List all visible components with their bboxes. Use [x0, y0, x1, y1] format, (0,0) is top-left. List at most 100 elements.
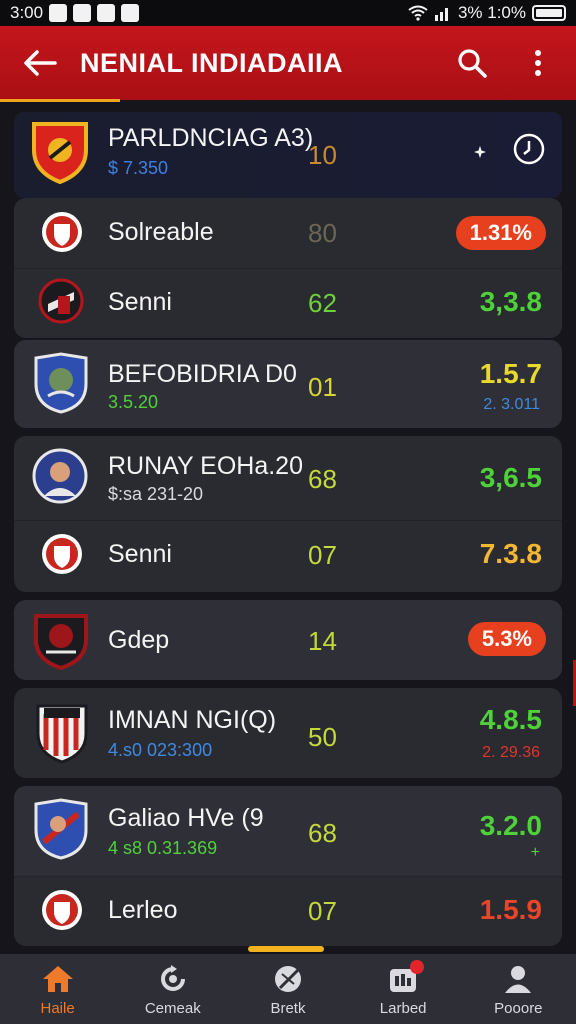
featured-mid: 10 [308, 140, 337, 170]
team-name: Lerleo [108, 896, 178, 924]
odds-sub: 2. 29.36 [482, 744, 540, 761]
score-mid: 50 [308, 722, 337, 752]
wifi-icon [408, 5, 428, 21]
notification-icon [121, 4, 140, 22]
list-item[interactable]: IMNAN NGI(Q) 4.s0 023:300 50 4.8.5 2. 29… [14, 688, 562, 778]
notification-badge [409, 960, 424, 974]
match-card: RUNAY EOHa.20 $:sa 231-20 68 3,6.5 Senni… [14, 436, 562, 592]
odds-value[interactable]: 1.5.7 [480, 358, 542, 390]
team-crest-icon [32, 122, 88, 184]
match-card: Gdep 14 5.3% [14, 600, 562, 680]
list-item[interactable]: RUNAY EOHa.20 $:sa 231-20 68 3,6.5 [14, 436, 562, 520]
odds-value[interactable]: 4.8.5 [480, 704, 542, 736]
team-name: Senni [108, 540, 172, 568]
team-logo-icon [42, 534, 82, 574]
team-crest-icon [34, 798, 88, 860]
score-mid: 07 [308, 896, 337, 926]
nav-item-ball[interactable]: Bretk [230, 954, 345, 1024]
star-icon[interactable] [474, 146, 486, 158]
team-sub: 3.5.20 [108, 392, 159, 412]
notification-icon [73, 4, 92, 22]
app-bar: NENIAL INDIADAIIA [0, 26, 576, 100]
odds-value[interactable]: 7.3.8 [480, 538, 542, 570]
notification-icon [49, 4, 68, 22]
score-mid: 14 [308, 626, 337, 656]
team-name: Galiao HVe (9 [108, 804, 264, 832]
tab-indicator [0, 99, 120, 102]
odds-sub: 2. 3.011 [483, 396, 540, 413]
odds-value[interactable]: 3,3.8 [480, 286, 542, 318]
featured-row[interactable]: PARLDNCIAG A3) $ 7.350 10 [14, 112, 562, 198]
team-crest-icon [34, 352, 88, 414]
search-icon [458, 49, 487, 78]
team-name: IMNAN NGI(Q) [108, 706, 277, 734]
match-card: IMNAN NGI(Q) 4.s0 023:300 50 4.8.5 2. 29… [14, 688, 562, 778]
more-vert-icon [535, 50, 541, 76]
odds-pill[interactable]: 5.3% [467, 622, 546, 656]
list-item[interactable]: Senni 07 7.3.8 [14, 520, 562, 592]
team-name: Gdep [108, 626, 170, 654]
player-avatar-icon [32, 448, 88, 504]
clock-icon[interactable] [512, 132, 546, 166]
more-options-button[interactable] [518, 43, 558, 83]
match-card: BEFOBIDRIA D0 3.5.20 01 1.5.7 2. 3.011 [14, 340, 562, 428]
home-icon [42, 966, 73, 992]
status-bar: 3:00 3% 1:0% [0, 0, 576, 26]
list-item[interactable]: Senni 62 3,3.8 [14, 268, 562, 338]
score-mid: 07 [308, 540, 337, 570]
ball-icon [274, 966, 301, 992]
nav-label: Larbed [379, 1000, 427, 1017]
list-item[interactable]: Gdep 14 5.3% [14, 600, 562, 680]
team-name: RUNAY EOHa.20 [108, 452, 303, 480]
status-time: 3:00 [10, 3, 44, 22]
odds-pill[interactable]: 1.31% [455, 216, 546, 250]
arrow-left-icon [24, 50, 57, 76]
team-crest-icon [36, 704, 88, 764]
team-sub: 4.s0 023:300 [108, 740, 213, 760]
score-mid: 68 [308, 464, 337, 494]
team-name: BEFOBIDRIA D0 [108, 360, 297, 388]
back-button[interactable] [0, 26, 80, 100]
odds-value[interactable]: 3.2.0 [480, 810, 542, 842]
team-sub: $:sa 231-20 [108, 484, 204, 504]
score-mid: 62 [308, 288, 337, 318]
signal-icon [434, 8, 448, 21]
match-card: Galiao HVe (9 4 s8 0.31.369 68 3.2.0 + L… [14, 786, 562, 946]
nav-item-calendar[interactable]: Larbed [346, 954, 461, 1024]
odds-value[interactable]: 3,6.5 [480, 462, 542, 494]
nav-label: Bretk [270, 1000, 306, 1017]
team-logo-icon [42, 890, 82, 930]
nav-label: Cemeak [144, 1000, 201, 1017]
odds-value[interactable]: 1.5.9 [480, 894, 542, 926]
score-mid: 01 [308, 372, 337, 402]
list-item[interactable]: Lerleo 07 1.5.9 [14, 876, 562, 946]
status-right-text: 3% 1:0% [457, 3, 526, 22]
team-logo-icon [42, 212, 82, 252]
team-name: Senni [108, 288, 172, 316]
team-logo-icon [38, 278, 84, 324]
featured-sub: $ 7.350 [108, 158, 169, 178]
notification-icon [97, 4, 116, 22]
list-item[interactable]: Galiao HVe (9 4 s8 0.31.369 68 3.2.0 + [14, 786, 562, 876]
nav-item-home[interactable]: Haile [0, 954, 115, 1024]
profile-icon [505, 966, 532, 993]
featured-name: PARLDNCIAG A3) [108, 124, 314, 152]
team-crest-icon [34, 614, 88, 670]
bottom-nav: Haile Cemeak Bretk Larbed Pooore [0, 954, 576, 1024]
search-button[interactable] [452, 43, 492, 83]
page-title: NENIAL INDIADAIIA [80, 47, 344, 78]
list-item[interactable]: BEFOBIDRIA D0 3.5.20 01 1.5.7 2. 3.011 [14, 340, 562, 428]
nav-item-refresh[interactable]: Cemeak [115, 954, 230, 1024]
match-card: Solreable 80 1.31% Senni 62 3,3.8 [14, 198, 562, 338]
odds-sub: + [530, 844, 540, 861]
nav-label: Haile [40, 1000, 75, 1017]
score-mid: 68 [308, 818, 337, 848]
refresh-icon [160, 965, 185, 991]
scroll-indicator [248, 946, 324, 952]
team-name: Solreable [108, 218, 214, 246]
battery-icon [532, 5, 566, 21]
nav-item-profile[interactable]: Pooore [461, 954, 576, 1024]
team-sub: 4 s8 0.31.369 [108, 838, 218, 858]
list-item[interactable]: Solreable 80 1.31% [14, 198, 562, 268]
score-mid: 80 [308, 218, 337, 248]
